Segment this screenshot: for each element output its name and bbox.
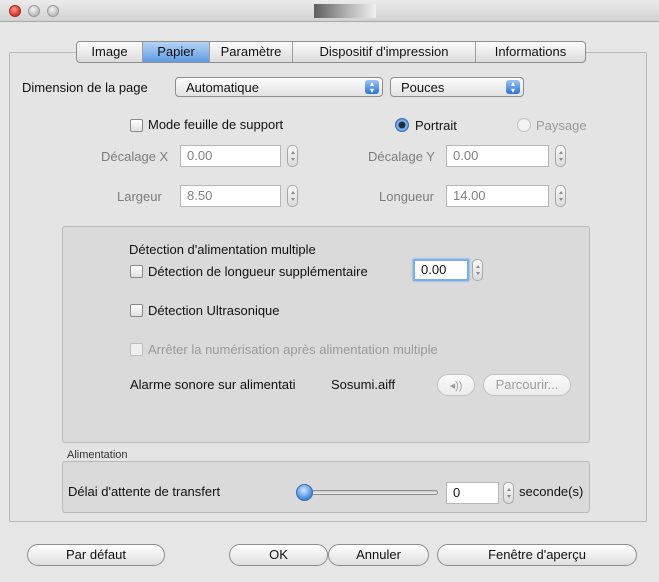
feeding-section-label: Alimentation <box>67 449 128 461</box>
offset-x-stepper[interactable] <box>287 145 298 167</box>
width-field[interactable]: 8.50 <box>180 185 281 207</box>
ultrasonic-label: Détection Ultrasonique <box>148 303 280 318</box>
offset-x-field[interactable]: 0.00 <box>180 145 281 167</box>
window-title-image <box>314 4 376 18</box>
timeout-slider-track[interactable] <box>307 490 438 495</box>
length-detect-label: Détection de longueur supplémentaire <box>148 264 368 279</box>
offset-y-label: Décalage Y <box>368 149 435 164</box>
portrait-radio[interactable] <box>395 118 409 132</box>
ultrasonic-checkbox[interactable] <box>130 304 143 317</box>
popup-arrows-icon: ▴ ▾ <box>506 80 520 95</box>
preview-window-button[interactable]: Fenêtre d'aperçu <box>437 544 637 566</box>
timeout-unit-label: seconde(s) <box>519 484 584 499</box>
landscape-radio[interactable] <box>517 118 531 132</box>
zoom-icon[interactable] <box>47 5 59 17</box>
multifeed-title: Détection d'alimentation multiple <box>129 242 316 257</box>
tab-parametre[interactable]: Paramètre <box>210 42 293 62</box>
alarm-file: Sosumi.aiff <box>331 377 396 392</box>
page-size-value: Automatique <box>186 80 259 95</box>
tab-bar: Image Papier Paramètre Dispositif d'impr… <box>76 41 586 63</box>
alarm-label: Alarme sonore sur alimentati <box>130 377 296 392</box>
page-size-label: Dimension de la page <box>22 80 148 95</box>
tab-dispositif-impression[interactable]: Dispositif d'impression <box>293 42 476 62</box>
offset-y-stepper[interactable] <box>555 145 566 167</box>
stop-scan-checkbox[interactable] <box>130 343 143 356</box>
length-field[interactable]: 14.00 <box>446 185 549 207</box>
units-popup[interactable]: Pouces ▴ ▾ <box>390 77 524 97</box>
timeout-field[interactable]: 0 <box>446 482 499 504</box>
offset-x-label: Décalage X <box>101 149 169 164</box>
timeout-slider-knob[interactable] <box>296 484 313 501</box>
width-label: Largeur <box>117 189 162 204</box>
length-detect-checkbox[interactable] <box>130 265 143 278</box>
length-stepper[interactable] <box>555 185 566 207</box>
length-detect-field[interactable]: 0.00 <box>413 259 469 281</box>
width-stepper[interactable] <box>287 185 298 207</box>
units-value: Pouces <box>401 80 445 95</box>
stop-scan-label: Arrêter la numérisation après alimentati… <box>148 342 438 357</box>
default-button[interactable]: Par défaut <box>27 544 165 566</box>
close-icon[interactable] <box>9 5 21 17</box>
page-size-popup[interactable]: Automatique ▴ ▾ <box>175 77 383 97</box>
minimize-icon[interactable] <box>28 5 40 17</box>
carrier-mode-checkbox[interactable] <box>130 119 143 132</box>
offset-y-field[interactable]: 0.00 <box>446 145 549 167</box>
timeout-stepper[interactable] <box>503 482 514 504</box>
speaker-icon: ◂)) <box>449 380 463 392</box>
multifeed-group <box>62 226 590 443</box>
length-detect-stepper[interactable] <box>472 259 483 281</box>
browse-button[interactable]: Parcourir... <box>483 374 571 396</box>
tab-image[interactable]: Image <box>77 42 143 62</box>
play-sound-button[interactable]: ◂)) <box>437 374 475 396</box>
tab-informations[interactable]: Informations <box>476 42 585 62</box>
length-label: Longueur <box>379 189 434 204</box>
timeout-label: Délai d'attente de transfert <box>68 484 221 499</box>
portrait-label: Portrait <box>415 118 457 133</box>
carrier-mode-label: Mode feuille de support <box>148 117 284 132</box>
tab-papier[interactable]: Papier <box>143 42 210 62</box>
popup-arrows-icon: ▴ ▾ <box>365 80 379 95</box>
ok-button[interactable]: OK <box>229 544 328 566</box>
cancel-button[interactable]: Annuler <box>328 544 429 566</box>
landscape-label: Paysage <box>536 118 587 133</box>
